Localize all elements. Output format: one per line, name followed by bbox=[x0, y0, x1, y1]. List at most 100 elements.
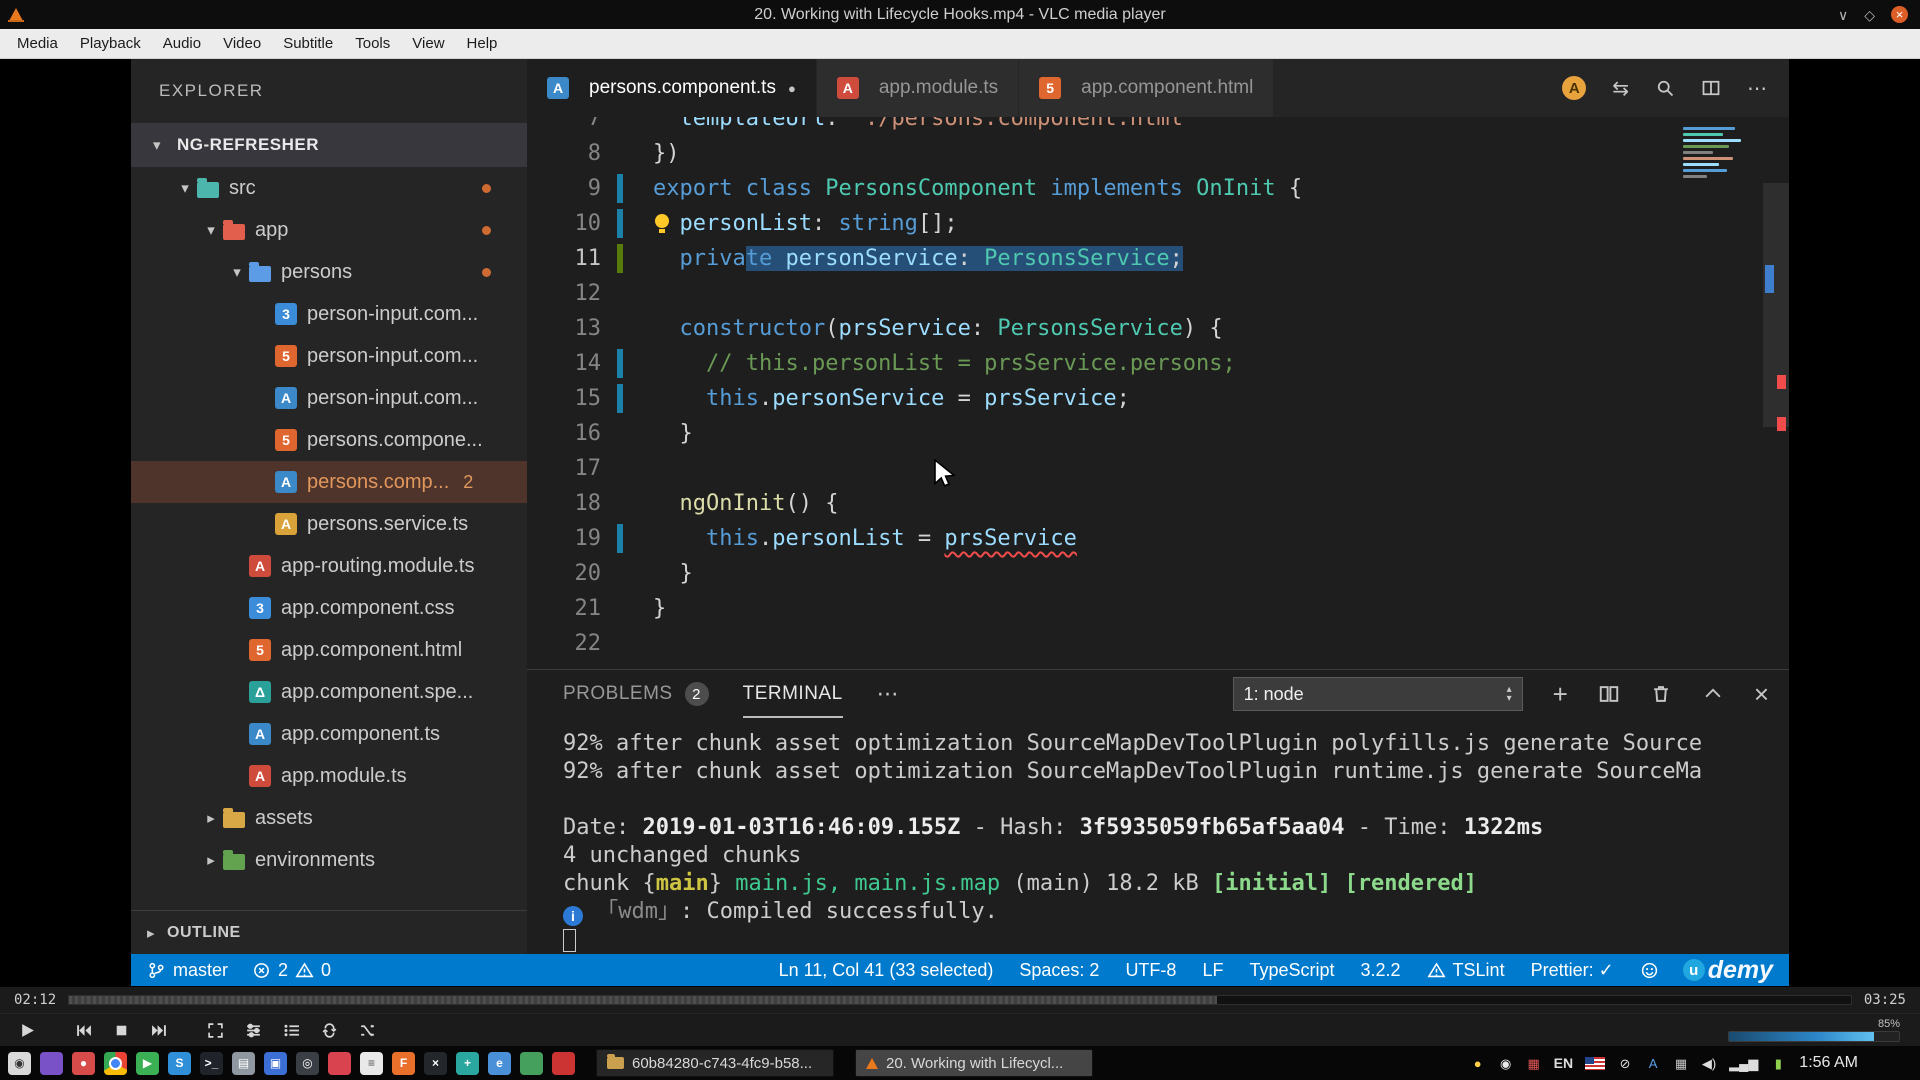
menu-view[interactable]: View bbox=[401, 30, 455, 57]
pin-icon[interactable] bbox=[328, 1052, 351, 1075]
display-icon[interactable]: ▣ bbox=[264, 1052, 287, 1075]
ts-version-item[interactable]: 3.2.2 bbox=[1361, 960, 1401, 981]
overview-ruler[interactable] bbox=[1763, 117, 1789, 669]
fullscreen-button[interactable] bbox=[198, 1017, 232, 1044]
tree-item-app[interactable]: ▾app bbox=[131, 209, 527, 251]
maximize-button[interactable]: ◇ bbox=[1864, 8, 1875, 22]
minimize-button[interactable]: ∨ bbox=[1838, 8, 1848, 22]
prettier-item[interactable]: Prettier: ✓ bbox=[1531, 960, 1614, 981]
code-line-18[interactable]: 18 ngOnInit() { bbox=[527, 486, 1789, 521]
terminal-icon[interactable]: >_ bbox=[200, 1052, 223, 1075]
code-line-8[interactable]: 8}) bbox=[527, 136, 1789, 171]
tree-item-app-component-html[interactable]: 5app.component.html bbox=[131, 629, 527, 671]
code-line-9[interactable]: 9export class PersonsComponent implement… bbox=[527, 171, 1789, 206]
terminal-output[interactable]: 92% after chunk asset optimization Sourc… bbox=[527, 718, 1789, 954]
keyboard-layout-label[interactable]: EN bbox=[1554, 1055, 1573, 1071]
split-terminal-button[interactable] bbox=[1598, 683, 1620, 705]
keyboard-icon[interactable]: ▦ bbox=[1673, 1055, 1689, 1071]
extension-action-icon[interactable]: A bbox=[1562, 76, 1586, 100]
code-line-16[interactable]: 16 } bbox=[527, 416, 1789, 451]
taskbar-window-20-working-with-lifecycl[interactable]: 20. Working with Lifecycl... bbox=[855, 1049, 1093, 1077]
camera-icon[interactable]: ◎ bbox=[296, 1052, 319, 1075]
next-button[interactable] bbox=[142, 1017, 176, 1044]
tree-item-person-input-com[interactable]: 5person-input.com... bbox=[131, 335, 527, 377]
git-branch-item[interactable]: master bbox=[147, 960, 228, 981]
tab-app-module-ts[interactable]: Aapp.module.ts bbox=[817, 59, 1019, 117]
dark-app-icon[interactable]: × bbox=[424, 1052, 447, 1075]
code-line-12[interactable]: 12 bbox=[527, 276, 1789, 311]
code-line-11[interactable]: 11 private personService: PersonsService… bbox=[527, 241, 1789, 276]
battery-icon[interactable]: ▮ bbox=[1770, 1055, 1786, 1071]
loop-button[interactable] bbox=[312, 1017, 346, 1044]
notification-icon[interactable]: ◉ bbox=[1498, 1055, 1514, 1071]
eol-item[interactable]: LF bbox=[1202, 960, 1223, 981]
open-changes-icon[interactable]: ⇆ bbox=[1612, 76, 1629, 101]
code-line-21[interactable]: 21} bbox=[527, 591, 1789, 626]
browser-e-icon[interactable]: e bbox=[488, 1052, 511, 1075]
notes-icon[interactable]: ≡ bbox=[360, 1052, 383, 1075]
code-line-22[interactable]: 22 bbox=[527, 626, 1789, 661]
code-line-20[interactable]: 20 } bbox=[527, 556, 1789, 591]
language-item[interactable]: TypeScript bbox=[1249, 960, 1334, 981]
slash-circle-icon[interactable]: ⊘ bbox=[1617, 1055, 1633, 1071]
kill-terminal-button[interactable] bbox=[1650, 683, 1672, 705]
code-line-7[interactable]: 7 templateUrl: './persons.component.html… bbox=[527, 117, 1789, 136]
play-button[interactable] bbox=[10, 1017, 44, 1044]
tab-terminal[interactable]: TERMINAL bbox=[743, 670, 843, 718]
screenshot-tool-icon[interactable]: ◉ bbox=[8, 1052, 31, 1075]
tree-item-src[interactable]: ▾src bbox=[131, 167, 527, 209]
chrome-icon[interactable] bbox=[104, 1052, 127, 1075]
feedback-smiley-icon[interactable] bbox=[1640, 961, 1659, 980]
video-area[interactable]: EXPLORER ▾ NG-REFRESHER ▾src▾app▾persons… bbox=[0, 59, 1920, 986]
letter-a-icon[interactable]: A bbox=[1645, 1055, 1661, 1071]
close-button[interactable]: × bbox=[1891, 6, 1908, 23]
tab-app-component-html[interactable]: 5app.component.html bbox=[1019, 59, 1274, 117]
red-app-icon[interactable] bbox=[552, 1052, 575, 1075]
extended-settings-button[interactable] bbox=[236, 1017, 270, 1044]
tree-item-assets[interactable]: ▸assets bbox=[131, 797, 527, 839]
panel-more-icon[interactable]: ⋯ bbox=[877, 681, 899, 707]
code-line-17[interactable]: 17 bbox=[527, 451, 1789, 486]
minimap[interactable] bbox=[1683, 123, 1755, 207]
indentation-item[interactable]: Spaces: 2 bbox=[1019, 960, 1099, 981]
code-line-15[interactable]: 15 this.personService = prsService; bbox=[527, 381, 1789, 416]
seek-slider[interactable] bbox=[68, 995, 1852, 1005]
problems-status-item[interactable]: 2 0 bbox=[252, 960, 331, 981]
volume-control[interactable]: 85% bbox=[1728, 1019, 1910, 1042]
menu-subtitle[interactable]: Subtitle bbox=[272, 30, 344, 57]
menu-audio[interactable]: Audio bbox=[152, 30, 212, 57]
code-line-10[interactable]: 10 personList: string[]; bbox=[527, 206, 1789, 241]
tree-item-persons-compone[interactable]: 5persons.compone... bbox=[131, 419, 527, 461]
volume-icon[interactable]: ◀) bbox=[1701, 1055, 1717, 1071]
tree-item-app-routing-module-ts[interactable]: Aapp-routing.module.ts bbox=[131, 545, 527, 587]
recorder-tray-icon[interactable]: ▦ bbox=[1526, 1055, 1542, 1071]
terminal-picker[interactable]: 1: node ▴▾ bbox=[1233, 677, 1523, 711]
tree-item-person-input-com[interactable]: 3person-input.com... bbox=[131, 293, 527, 335]
volume-slider[interactable] bbox=[1728, 1031, 1900, 1042]
search-editor-icon[interactable] bbox=[1655, 78, 1675, 98]
tree-item-persons-service-ts[interactable]: Apersons.service.ts bbox=[131, 503, 527, 545]
tab-problems[interactable]: PROBLEMS 2 bbox=[563, 670, 709, 718]
scrollbar-thumb[interactable] bbox=[1763, 183, 1789, 427]
tree-item-persons-comp[interactable]: Apersons.comp...2 bbox=[131, 461, 527, 503]
maximize-panel-button[interactable] bbox=[1702, 683, 1724, 705]
tab-persons-component-ts[interactable]: Apersons.component.ts● bbox=[527, 59, 817, 117]
menu-video[interactable]: Video bbox=[212, 30, 272, 57]
outline-section-header[interactable]: ▸ OUTLINE bbox=[131, 910, 527, 954]
network-icon[interactable]: ▂▄▆ bbox=[1729, 1055, 1758, 1071]
firefox-icon[interactable]: F bbox=[392, 1052, 415, 1075]
more-actions-icon[interactable]: ⋯ bbox=[1747, 76, 1767, 101]
playlist-button[interactable] bbox=[274, 1017, 308, 1044]
tree-item-app-component-ts[interactable]: Aapp.component.ts bbox=[131, 713, 527, 755]
code-line-13[interactable]: 13 constructor(prsService: PersonsServic… bbox=[527, 311, 1789, 346]
tree-item-app-module-ts[interactable]: Aapp.module.ts bbox=[131, 755, 527, 797]
encoding-item[interactable]: UTF-8 bbox=[1125, 960, 1176, 981]
shuffle-button[interactable] bbox=[350, 1017, 384, 1044]
files-icon[interactable]: ▤ bbox=[232, 1052, 255, 1075]
project-root-header[interactable]: ▾ NG-REFRESHER bbox=[131, 123, 527, 167]
tslint-item[interactable]: TSLint bbox=[1427, 960, 1505, 981]
teal-app-icon[interactable]: + bbox=[456, 1052, 479, 1075]
code-line-19[interactable]: 19 this.personList = prsService bbox=[527, 521, 1789, 556]
taskbar-clock[interactable]: 1:56 AM bbox=[1799, 1054, 1858, 1072]
skype-icon[interactable]: S bbox=[168, 1052, 191, 1075]
